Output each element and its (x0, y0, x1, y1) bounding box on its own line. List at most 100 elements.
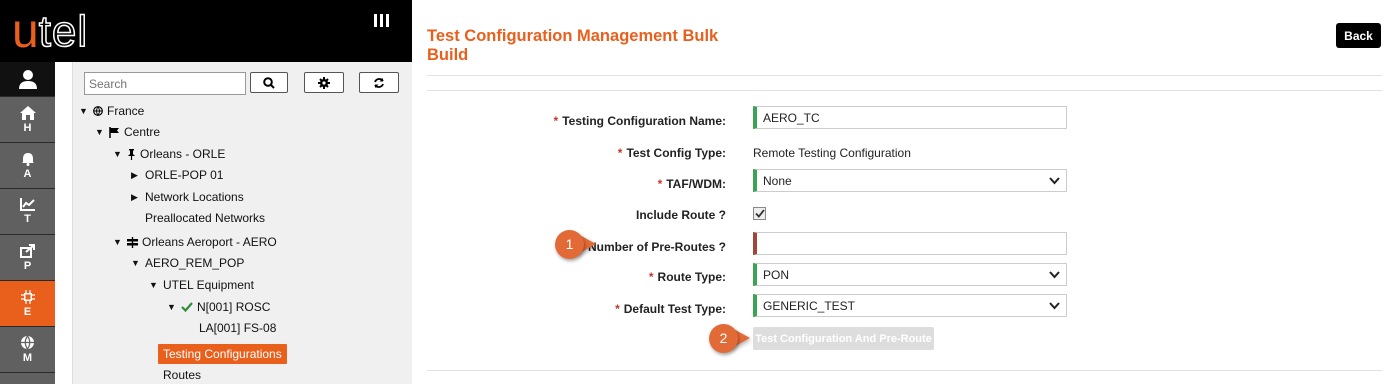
tree-node-label: UTEL Equipment (163, 278, 254, 292)
tree-node-label: N[001] ROSC (197, 300, 271, 314)
default-test-type-label: * Default Test Type: (615, 302, 726, 316)
tree-node[interactable]: ▼ France (79, 104, 144, 118)
tree-panel: ▼ France ▼ Centre ▼ Orleans - ORLE ▶ ORL… (72, 62, 412, 384)
callout-1: 1 (555, 229, 596, 259)
tree-node[interactable]: LA[001] FS-08 (199, 321, 276, 335)
page-title: Test Configuration Management Bulk Build (427, 27, 719, 64)
main-content: Test Configuration Management Bulk Build… (412, 0, 1393, 384)
pin-icon (128, 148, 135, 160)
refresh-icon (374, 77, 384, 88)
refresh-button[interactable] (359, 72, 399, 93)
rail-letter: T (24, 213, 31, 225)
testing-config-name-input[interactable]: AERO_TC (753, 106, 1067, 129)
globe-icon (21, 335, 34, 350)
collapse-triangle-icon[interactable]: ▶ (131, 192, 141, 203)
check-icon (181, 302, 193, 312)
num-pre-routes-input[interactable] (753, 232, 1067, 255)
divider (427, 370, 1382, 371)
callout-2: 2 (709, 323, 750, 353)
rail-trends[interactable]: T (0, 188, 55, 234)
menu-toggle-icon[interactable] (372, 14, 390, 32)
rail-letter: P (23, 259, 32, 272)
rail-alerts[interactable]: A (0, 142, 55, 188)
tree-node[interactable]: ▼ Orleans - ORLE (113, 147, 225, 161)
left-rail: u tel H A T P E M (0, 0, 412, 384)
chart-icon (20, 198, 35, 211)
tree-node-label: Centre (124, 125, 161, 139)
share-icon (20, 243, 35, 258)
include-route-checkbox[interactable] (753, 207, 766, 220)
tree-node[interactable]: Preallocated Networks (145, 211, 265, 225)
utel-logo: u tel (12, 5, 89, 58)
rail-letter: A (23, 167, 32, 180)
search-button[interactable] (250, 72, 288, 93)
collapse-triangle-icon[interactable]: ▶ (131, 170, 141, 181)
app-window: u tel H A T P E M Search ▼ France ▼ Cent… (0, 0, 1393, 384)
callout-number: 2 (709, 323, 738, 353)
divider (427, 75, 1382, 76)
default-test-type-select[interactable]: GENERIC_TEST (753, 294, 1067, 317)
tree-node-label: Testing Configurations (158, 344, 287, 364)
route-type-select[interactable]: PON (753, 263, 1067, 286)
tree-node[interactable]: ▼ N[001] ROSC (167, 300, 270, 314)
back-button[interactable]: Back (1336, 23, 1381, 48)
tree-node[interactable]: ▼ Orleans Aeroport - AERO (113, 235, 277, 249)
tree-node-label: Network Locations (145, 190, 244, 204)
rail-more[interactable] (0, 372, 55, 384)
checkmark-icon (754, 209, 765, 218)
expand-triangle-icon[interactable]: ▼ (79, 106, 89, 116)
tree-node-selected[interactable]: Testing Configurations (158, 344, 287, 364)
rail-letter: E (23, 305, 32, 318)
tree-node-label: Routes (163, 368, 202, 382)
tree-node[interactable]: Routes (163, 368, 201, 382)
expand-triangle-icon[interactable]: ▼ (95, 127, 105, 137)
tree-node-label: Orleans - ORLE (140, 147, 226, 161)
tree-search-input[interactable] (84, 72, 246, 95)
settings-button[interactable] (304, 72, 344, 93)
expand-triangle-icon[interactable]: ▼ (167, 302, 177, 312)
rail-home[interactable]: H (0, 96, 55, 142)
tree-node-label: Orleans Aeroport - AERO (142, 235, 277, 249)
expand-triangle-icon[interactable]: ▼ (149, 280, 159, 290)
test-config-pre-route-button[interactable]: Test Configuration And Pre-Route (753, 327, 934, 350)
tree-node-label: ORLE-POP 01 (145, 168, 224, 182)
home-icon (19, 105, 36, 120)
tree-node[interactable]: ▶ ORLE-POP 01 (131, 168, 223, 182)
chevron-down-icon (1049, 302, 1060, 310)
signpost-icon (127, 236, 138, 248)
gear-icon (318, 76, 330, 89)
tree-node-label: France (107, 104, 145, 118)
callout-number: 1 (555, 229, 584, 259)
testing-config-name-label: * Testing Configuration Name: (553, 114, 726, 128)
logo-bar: u tel (0, 0, 412, 62)
test-config-type-label: * Test Config Type: (617, 146, 726, 160)
rail-letter: M (22, 352, 33, 364)
user-icon[interactable] (0, 62, 55, 96)
expand-triangle-icon[interactable]: ▼ (113, 237, 123, 247)
rail-maps[interactable]: M (0, 326, 55, 372)
chevron-down-icon (1049, 271, 1060, 279)
rail-publish[interactable]: P (0, 234, 55, 280)
tree-node-label: Preallocated Networks (145, 211, 266, 225)
tree-node[interactable]: ▼ UTEL Equipment (149, 278, 254, 292)
test-config-type-value: Remote Testing Configuration (753, 146, 911, 160)
num-pre-routes-label: Number of Pre-Routes ? (587, 240, 726, 254)
expand-triangle-icon[interactable]: ▼ (131, 258, 141, 268)
tree-node[interactable]: ▶ Network Locations (131, 190, 244, 204)
tree-node[interactable]: ▼ AERO_REM_POP (131, 256, 244, 270)
rail-letter: H (23, 121, 32, 134)
bell-icon (21, 152, 34, 166)
include-route-label: Include Route ? (636, 208, 726, 222)
logo-rest: tel (38, 7, 89, 56)
logo-u: u (12, 5, 39, 58)
tree-node[interactable]: ▼ Centre (95, 125, 160, 139)
taf-wdm-select[interactable]: None (753, 169, 1067, 192)
search-icon (263, 76, 275, 89)
globe-icon (93, 106, 103, 116)
divider (427, 90, 1382, 91)
tree-node-label: LA[001] FS-08 (199, 321, 277, 335)
flag-icon (109, 126, 119, 138)
expand-triangle-icon[interactable]: ▼ (113, 149, 123, 159)
route-type-label: * Route Type: (648, 270, 726, 284)
rail-equipment[interactable]: E (0, 280, 55, 326)
